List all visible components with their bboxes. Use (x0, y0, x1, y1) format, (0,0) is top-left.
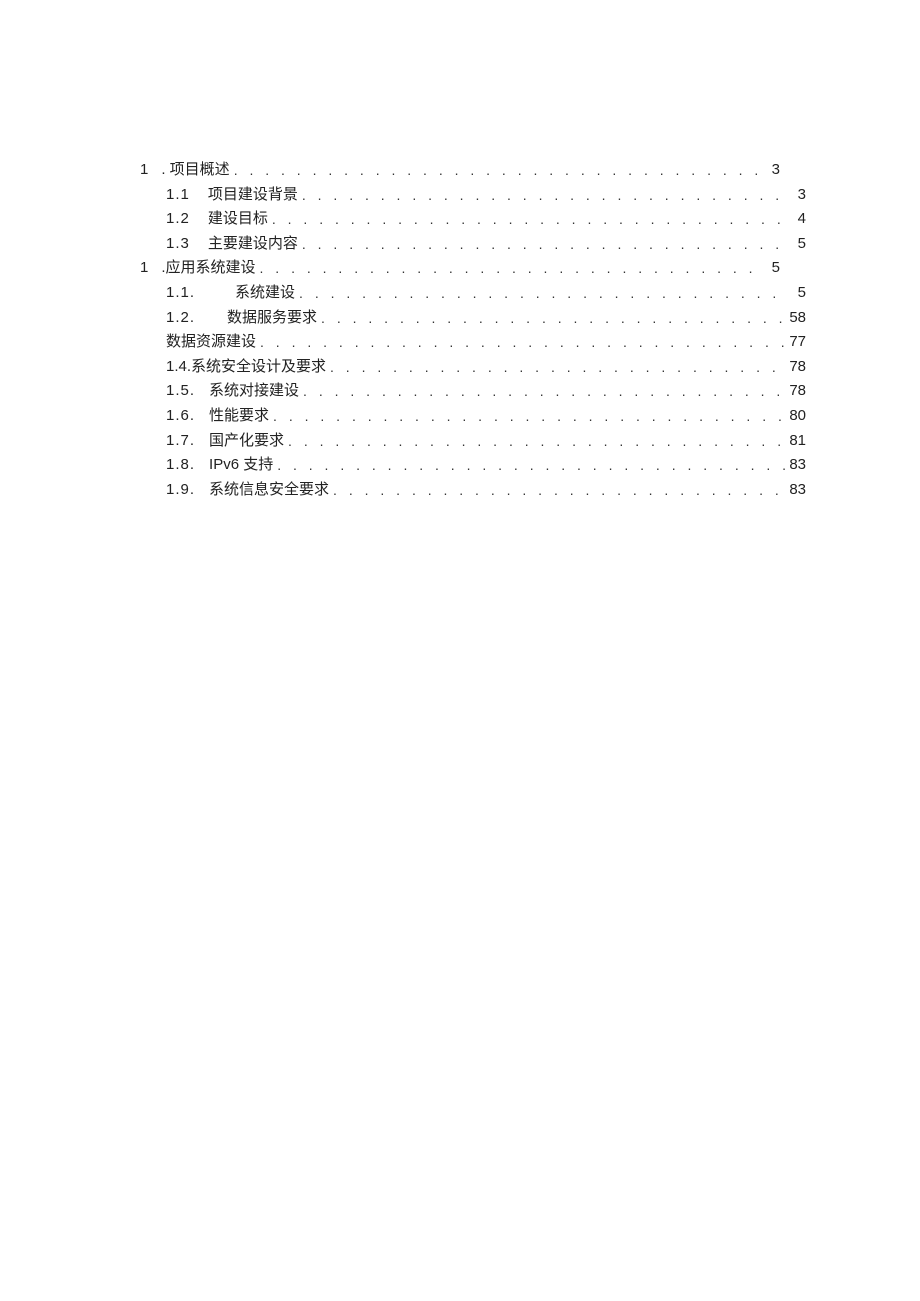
toc-entry: 1.1. 系统建设 5 (140, 285, 806, 310)
toc-entry: 1.8. IPv6 支持 83 (140, 457, 806, 482)
toc-number: 1.6. (166, 408, 195, 423)
toc-leader-dots (317, 311, 786, 325)
toc-label: 性能要求 (209, 408, 269, 423)
toc-entry: 1.5. 系统对接建设 78 (140, 383, 806, 408)
toc-number: 1.1. (166, 285, 195, 300)
toc-leader-dots (230, 163, 760, 177)
toc-label: 国产化要求 (209, 433, 284, 448)
toc-number: 1.7. (166, 433, 195, 448)
toc-entry: 1.4.系统安全设计及要求 78 (140, 359, 806, 384)
toc-page: 83 (786, 457, 806, 472)
toc-page: 78 (786, 359, 806, 374)
toc-page: 5 (760, 260, 780, 275)
toc-number: 1.2. (166, 310, 195, 325)
toc-number: 1 (140, 260, 149, 275)
toc-label: . 项目概述 (161, 162, 229, 177)
toc-label: 系统对接建设 (209, 383, 299, 398)
toc-leader-dots (256, 335, 786, 349)
toc-page: 78 (786, 383, 806, 398)
toc-entry: 1.2 建设目标 4 (140, 211, 806, 236)
toc-entry: 1.9. 系统信息安全要求 83 (140, 482, 806, 507)
toc-leader-dots (295, 286, 786, 300)
toc-entry: 数据资源建设 77 (140, 334, 806, 359)
toc-leader-dots (326, 360, 786, 374)
toc-entry: 1 .应用系统建设 5 (140, 260, 780, 285)
toc-leader-dots (268, 212, 786, 226)
toc-label: 1.4.系统安全设计及要求 (166, 359, 326, 374)
toc-page: 81 (786, 433, 806, 448)
toc-page: 5 (786, 285, 806, 300)
toc-number: 1.1 (166, 187, 190, 202)
toc-leader-dots (329, 483, 786, 497)
toc-page: 58 (786, 310, 806, 325)
toc-page: 3 (786, 187, 806, 202)
toc-number: 1 (140, 162, 149, 177)
toc-entry: 1 . 项目概述 3 (140, 162, 780, 187)
toc-label: 主要建设内容 (208, 236, 298, 251)
toc-label: .应用系统建设 (161, 260, 255, 275)
document-page: 1 . 项目概述 3 1.1 项目建设背景 3 1.2 建设目标 4 1.3 主… (0, 0, 920, 1301)
toc-page: 80 (786, 408, 806, 423)
toc-number: 1.3 (166, 236, 190, 251)
toc-number: 1.9. (166, 482, 195, 497)
toc-number: 1.2 (166, 211, 190, 226)
toc-label: 系统信息安全要求 (209, 482, 329, 497)
toc-leader-dots (269, 409, 786, 423)
toc-leader-dots (298, 188, 786, 202)
toc-page: 83 (786, 482, 806, 497)
toc-entry: 1.1 项目建设背景 3 (140, 187, 806, 212)
toc-number: 1.5. (166, 383, 195, 398)
toc-label: 系统建设 (235, 285, 295, 300)
toc-label: 数据资源建设 (166, 334, 256, 349)
toc-page: 3 (760, 162, 780, 177)
toc-leader-dots (284, 434, 786, 448)
toc-leader-dots (256, 261, 760, 275)
toc-label: 数据服务要求 (227, 310, 317, 325)
toc-label: 项目建设背景 (208, 187, 298, 202)
toc-page: 5 (786, 236, 806, 251)
toc-entry: 1.2. 数据服务要求 58 (140, 310, 806, 335)
toc-leader-dots (273, 458, 786, 472)
toc-leader-dots (299, 384, 786, 398)
toc-number: 1.8. (166, 457, 195, 472)
toc-page: 4 (786, 211, 806, 226)
table-of-contents: 1 . 项目概述 3 1.1 项目建设背景 3 1.2 建设目标 4 1.3 主… (140, 162, 780, 506)
toc-page: 77 (786, 334, 806, 349)
toc-leader-dots (298, 237, 786, 251)
toc-label: IPv6 支持 (209, 457, 273, 472)
toc-label: 建设目标 (208, 211, 268, 226)
toc-entry: 1.6. 性能要求 80 (140, 408, 806, 433)
toc-entry: 1.3 主要建设内容 5 (140, 236, 806, 261)
toc-entry: 1.7. 国产化要求 81 (140, 433, 806, 458)
